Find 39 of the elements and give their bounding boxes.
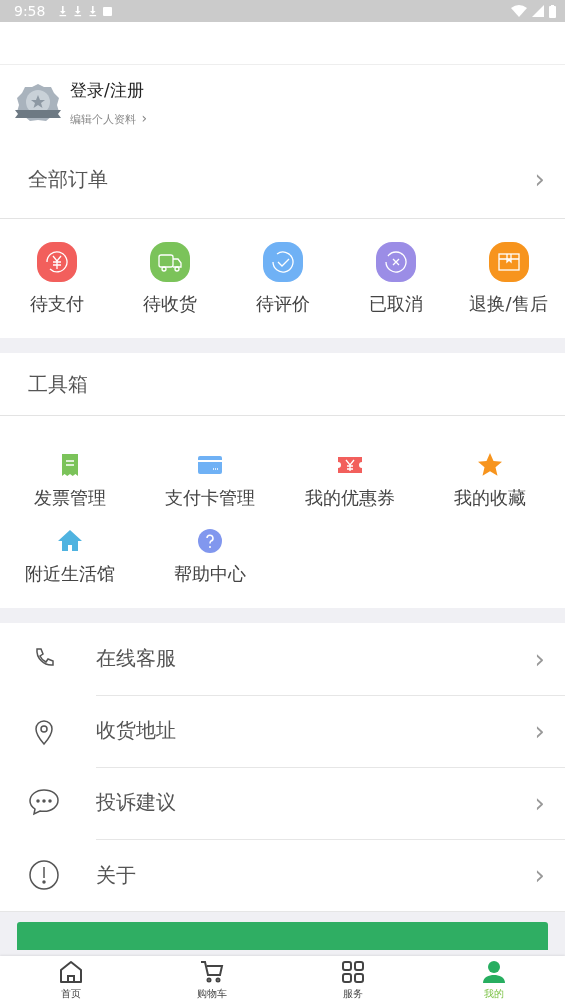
help-icon [197,528,223,554]
tab-bar-item[interactable]: 首页 [0,956,142,1004]
toolbox-title: 工具箱 [28,370,88,398]
wifi-icon [511,5,527,17]
login-register-link[interactable]: 登录/注册 [70,78,148,102]
order-status-button[interactable]: 已取消 [339,241,452,316]
home-icon [57,959,84,985]
download-icon [88,5,99,17]
menu-row[interactable]: 投诉建议 › [0,767,565,839]
notification-icon [103,6,113,16]
member-badge-icon [14,81,62,124]
tab-bar-item[interactable]: 购物车 [141,956,283,1004]
user-icon [481,959,508,985]
grid-icon [340,959,367,985]
download-icon [58,5,69,17]
cart-icon [198,959,225,985]
download-icon [73,5,84,17]
tool-button[interactable]: 附近生活馆 [0,528,140,586]
tool-button[interactable]: 帮助中心 [140,528,280,586]
tool-button[interactable]: 我的收藏 [420,452,560,510]
tool-button[interactable]: 发票管理 [0,452,140,510]
edit-profile-link[interactable]: 编辑个人资料 › [70,109,148,127]
star-icon [477,452,503,478]
exclamation-icon [28,859,60,891]
menu-row[interactable]: 在线客服 › [0,623,565,695]
menu-row[interactable]: 关于 › [0,839,565,911]
order-status-button[interactable]: 待评价 [226,241,339,316]
signal-icon [532,5,544,17]
tool-button[interactable]: 我的优惠券 [280,452,420,510]
menu-row[interactable]: 收货地址 › [0,695,565,767]
battery-icon [549,4,557,18]
order-status-button[interactable]: 待支付 [0,241,113,316]
tab-bar-item[interactable]: 服务 [282,956,424,1004]
order-status-button[interactable]: 退换/售后 [452,241,565,316]
partial-button[interactable] [17,922,548,950]
order-status-button[interactable]: 待收货 [113,241,226,316]
tool-button[interactable]: 支付卡管理 [140,452,280,510]
all-orders-row[interactable]: 全部订单 › [0,140,565,219]
house-icon [57,528,83,554]
